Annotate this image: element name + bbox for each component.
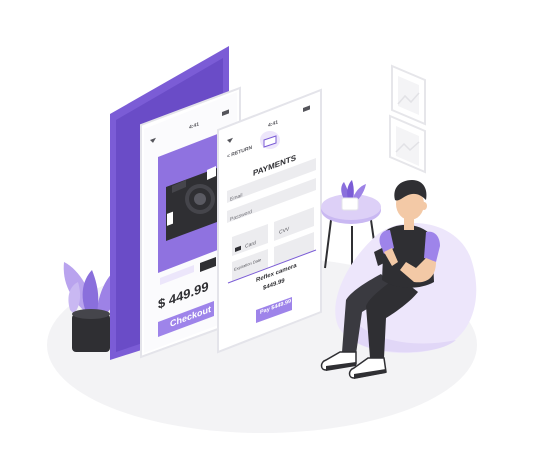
wall-frames bbox=[389, 64, 426, 174]
payment-screen: 4:41 < RETURN PAYMENTS Email Password Ca… bbox=[217, 88, 322, 354]
card-logo-icon bbox=[260, 131, 280, 149]
illustration: 4:41 $ 449.99 Checkout 4:41 < RETURN PAY… bbox=[47, 46, 477, 433]
